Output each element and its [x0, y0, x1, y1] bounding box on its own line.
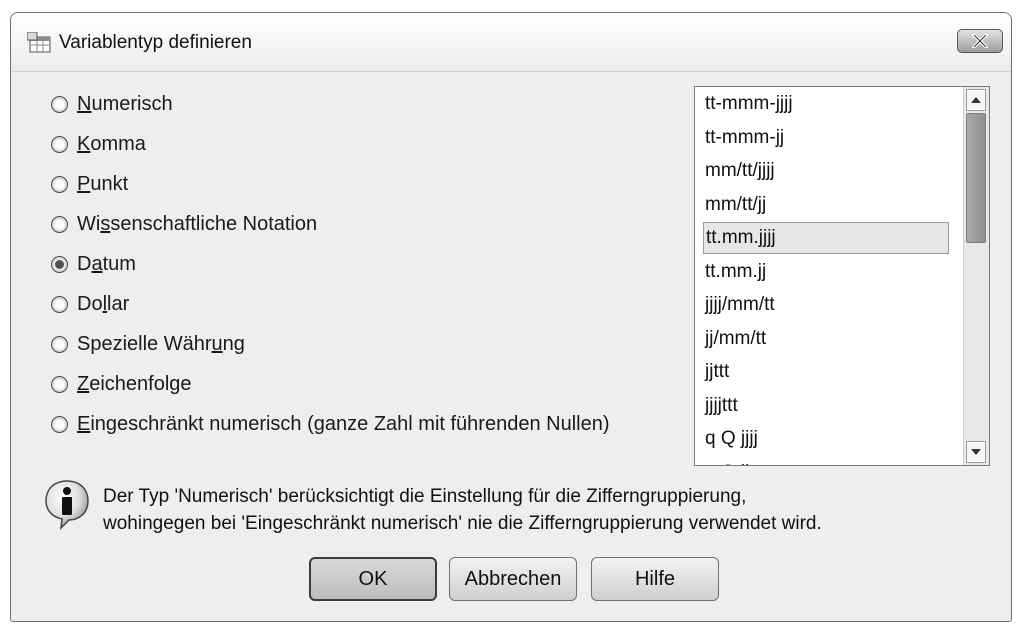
date-format-item[interactable]: jjjjttt — [703, 390, 949, 422]
date-format-item[interactable]: jjjj/mm/tt — [703, 289, 949, 321]
radio-button[interactable] — [51, 255, 68, 273]
date-format-item[interactable]: tt-mmm-jjjj — [703, 88, 949, 120]
radio-label: Spezielle Währung — [77, 332, 245, 355]
radio-button[interactable] — [51, 335, 68, 353]
radio-button[interactable] — [51, 135, 68, 153]
list-scrollbar[interactable] — [963, 87, 989, 465]
radio-button[interactable] — [51, 375, 68, 393]
radio-button[interactable] — [51, 95, 68, 113]
radio-option-eingeschränkt[interactable]: Eingeschränkt numerisch (ganze Zahl mit … — [51, 409, 610, 439]
date-format-item[interactable]: q Q jjjj — [703, 423, 949, 455]
cancel-button[interactable]: Abbrechen — [449, 557, 577, 601]
radio-label: Punkt — [77, 172, 129, 195]
date-format-item[interactable]: jj/mm/tt — [703, 323, 949, 355]
date-format-item[interactable]: mm/tt/jj — [703, 189, 949, 221]
scroll-thumb[interactable] — [966, 113, 986, 243]
scroll-down-button[interactable] — [966, 441, 986, 463]
radio-label: Datum — [77, 252, 136, 275]
radio-button[interactable] — [51, 215, 68, 233]
scroll-up-button[interactable] — [966, 89, 986, 111]
date-format-list[interactable]: tt-mmm-jjjj tt-mmm-jj mm/tt/jjjj mm/tt/jj tt… — [694, 86, 990, 466]
radio-option-datum[interactable]: Datum — [51, 249, 136, 279]
radio-label: Numerisch — [77, 92, 173, 115]
date-format-item[interactable]: tt-mmm-jj — [703, 122, 949, 154]
variable-type-icon — [27, 32, 51, 53]
radio-label: Dollar — [77, 292, 130, 315]
radio-button[interactable] — [51, 415, 68, 433]
date-format-item[interactable]: tt.mm.jj — [703, 256, 949, 288]
close-button[interactable] — [957, 29, 1003, 53]
help-button[interactable]: Hilfe — [591, 557, 719, 601]
date-format-item[interactable]: jjttt — [703, 356, 949, 388]
close-icon — [972, 34, 988, 48]
date-format-item[interactable]: tt.mm.jjjj — [703, 222, 949, 254]
info-text-line-1: Der Typ 'Numerisch' berücksichtigt die E… — [103, 486, 747, 507]
arrow-up-icon — [971, 97, 981, 103]
radio-label: Komma — [77, 132, 146, 155]
radio-button[interactable] — [51, 295, 68, 313]
title-bar: Variablentyp definieren — [11, 13, 1011, 72]
info-icon — [45, 480, 89, 530]
radio-option-spezielle[interactable]: Spezielle Währung — [51, 329, 245, 359]
define-variable-type-dialog: Variablentyp definieren Numerisch Komma Pu… — [10, 12, 1012, 622]
radio-option-dollar[interactable]: Dollar — [51, 289, 129, 319]
radio-option-komma[interactable]: Komma — [51, 129, 146, 159]
radio-button[interactable] — [51, 175, 68, 193]
radio-label: Eingeschränkt numerisch (ganze Zahl mit … — [77, 412, 610, 435]
radio-option-zeichenfolge[interactable]: Zeichenfolge — [51, 369, 192, 399]
radio-option-numerisch[interactable]: Numerisch — [51, 89, 173, 119]
info-text-line-2: wohingegen bei 'Eingeschränkt numerisch'… — [103, 513, 822, 534]
radio-label: Zeichenfolge — [77, 372, 192, 395]
radio-label: Wissenschaftliche Notation — [77, 212, 318, 235]
ok-button[interactable]: OK — [309, 557, 437, 601]
dialog-title: Variablentyp definieren — [59, 32, 252, 53]
radio-option-punkt[interactable]: Punkt — [51, 169, 128, 199]
radio-option-wissenschaftliche[interactable]: Wissenschaftliche Notation — [51, 209, 317, 239]
arrow-down-icon — [971, 449, 981, 455]
date-format-item[interactable]: mm/tt/jjjj — [703, 155, 949, 187]
date-format-item[interactable]: q Q jj — [703, 457, 949, 466]
